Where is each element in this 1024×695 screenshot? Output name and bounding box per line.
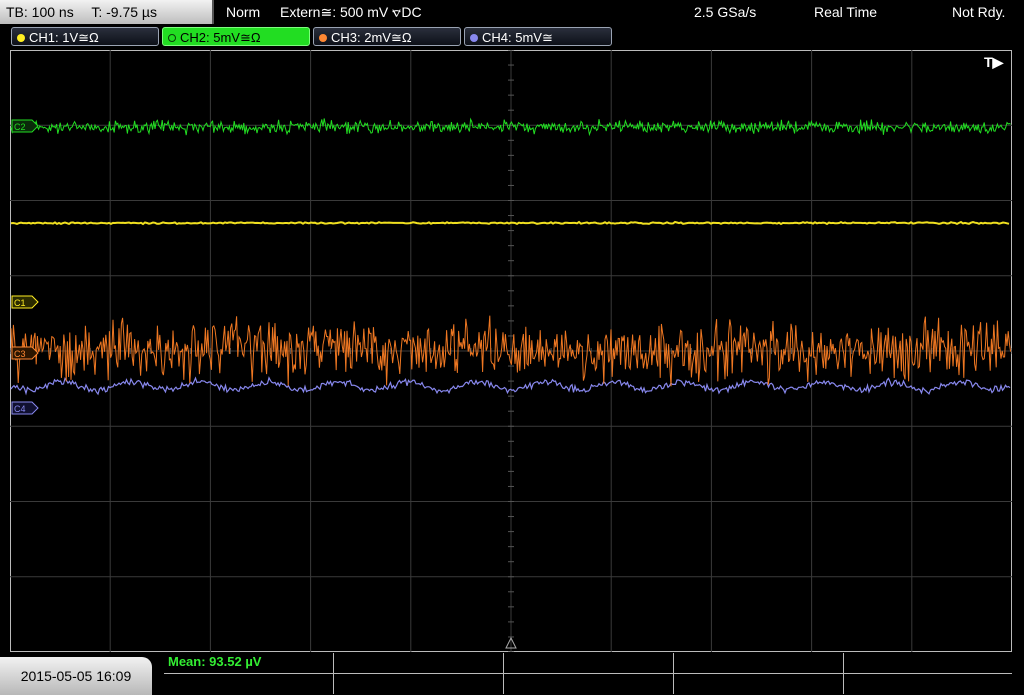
trigger-time-readout: T: -9.75 µs	[91, 4, 157, 20]
c4-marker[interactable]: C4	[11, 401, 39, 415]
trigger-status: Not Rdy.	[952, 4, 1006, 20]
channel-label: CH1: 1V≅Ω	[29, 30, 99, 45]
ch1-dot-icon	[17, 34, 25, 42]
c3-marker[interactable]: C3	[11, 346, 39, 360]
c1-marker[interactable]: C1	[11, 295, 39, 309]
trigger-mode[interactable]: Norm	[226, 0, 260, 24]
ch1-waveform	[10, 220, 1010, 226]
measurement-cell	[674, 674, 844, 694]
measurement-table[interactable]: Mean: 93.52 µV	[164, 653, 1012, 695]
datetime-text: 2015-05-05 16:09	[20, 668, 132, 684]
mean-measurement[interactable]: Mean: 93.52 µV	[168, 654, 261, 669]
status-bar: Norm Extern≅: 500 mV ⦡DC 2.5 GSa/s Real …	[216, 0, 1024, 24]
timebase-panel[interactable]: TB: 100 ns T: -9.75 µs	[0, 0, 214, 24]
measurement-cell	[674, 653, 844, 673]
waveform-display[interactable]: C2 C1 C3 C4 T▶	[10, 50, 1012, 652]
measurement-cell	[164, 674, 334, 694]
measurement-cell	[334, 653, 504, 673]
measurement-cell	[844, 674, 1012, 694]
measurement-cell	[844, 653, 1012, 673]
measurement-row: Mean: 93.52 µV	[164, 653, 1012, 674]
trigger-source[interactable]: Extern≅: 500 mV ⦡DC	[280, 0, 422, 24]
trigger-position-marker[interactable]: T▶	[984, 54, 1005, 70]
timebase-readout: TB: 100 ns	[6, 4, 74, 20]
channel-tab-ch2[interactable]: CH2: 5mV≅Ω	[162, 27, 310, 46]
measurement-row	[164, 674, 1012, 694]
date-time-display: 2015-05-05 16:09	[0, 657, 152, 695]
channel-label: CH4: 5mV≅	[482, 30, 553, 45]
channel-tab-ch1[interactable]: CH1: 1V≅Ω	[11, 27, 159, 46]
c1-marker-label: C1	[14, 298, 26, 308]
waveform-canvas: C2 C1 C3 C4 T▶	[10, 50, 1012, 652]
c4-marker-label: C4	[14, 404, 26, 414]
ch3-dot-icon	[319, 34, 327, 42]
channel-label: CH2: 5mV≅Ω	[180, 30, 261, 45]
acquisition-mode[interactable]: Real Time	[814, 0, 877, 24]
measurement-cell	[504, 653, 674, 673]
c3-marker-label: C3	[14, 349, 26, 359]
ch4-dot-icon	[470, 34, 478, 42]
channel-tab-ch4[interactable]: CH4: 5mV≅	[464, 27, 612, 46]
sample-rate: 2.5 GSa/s	[694, 4, 757, 20]
c2-marker[interactable]: C2	[11, 119, 39, 133]
c2-marker-label: C2	[14, 122, 26, 132]
measurement-cell: Mean: 93.52 µV	[164, 653, 334, 673]
channel-label: CH3: 2mV≅Ω	[331, 30, 412, 45]
measurement-cell	[504, 674, 674, 694]
channel-tab-ch3[interactable]: CH3: 2mV≅Ω	[313, 27, 461, 46]
measurement-cell	[334, 674, 504, 694]
channel-tabs: CH1: 1V≅Ω CH2: 5mV≅Ω CH3: 2mV≅Ω CH4: 5mV…	[0, 26, 1024, 48]
ch2-dot-icon	[168, 34, 176, 42]
